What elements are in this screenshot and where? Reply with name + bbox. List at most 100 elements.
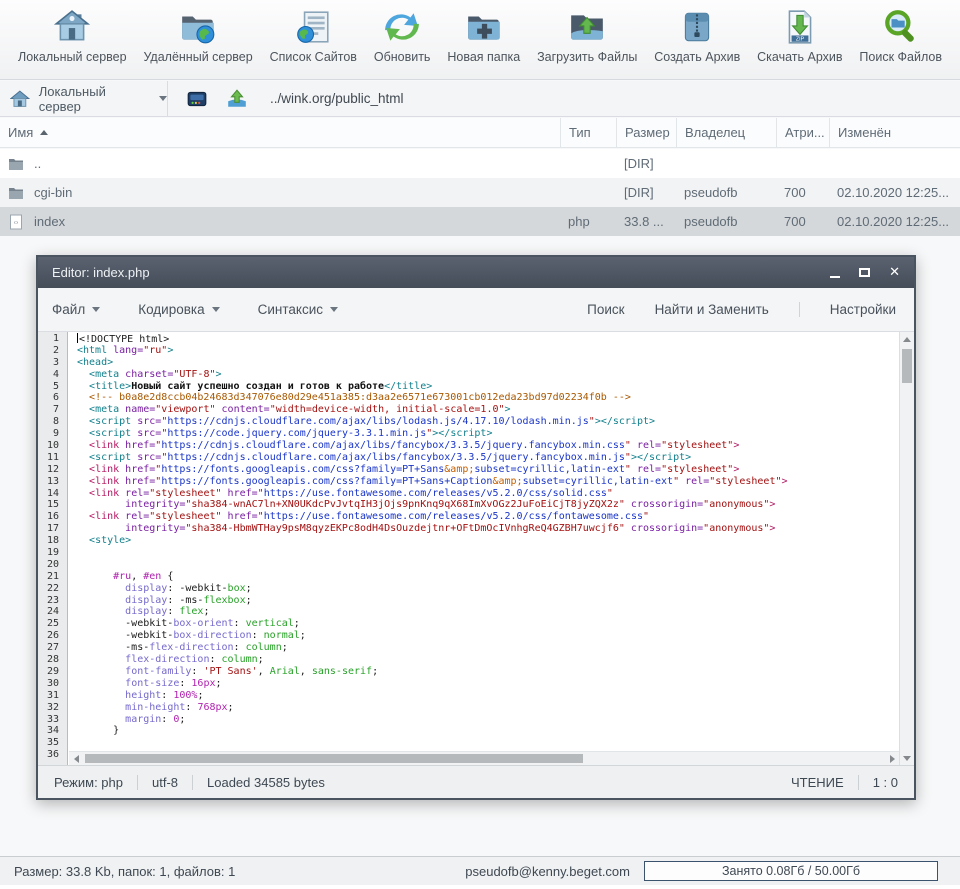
close-button[interactable]: ✕ bbox=[889, 266, 900, 279]
path-bar: Локальный сервер ../wink.org/public_html bbox=[0, 81, 960, 117]
scroll-right-arrow[interactable] bbox=[885, 752, 899, 765]
editor-menus: Файл Кодировка Синтаксис bbox=[52, 302, 338, 317]
column-header-owner[interactable]: Владелец bbox=[676, 118, 776, 147]
text-cursor bbox=[77, 333, 78, 343]
selection-summary: Размер: 33.8 Kb, папок: 1, файлов: 1 bbox=[14, 864, 235, 879]
toolbar-button-label: Локальный сервер bbox=[18, 50, 127, 64]
remote-server-icon bbox=[179, 8, 217, 46]
current-path[interactable]: ../wink.org/public_html bbox=[270, 91, 404, 106]
scroll-down-arrow[interactable] bbox=[900, 751, 914, 765]
toolbar-button-label: Удалённый сервер bbox=[143, 50, 252, 64]
action-Найти и Заменить[interactable]: Найти и Заменить bbox=[655, 302, 769, 317]
toolbar-button[interactable]: Локальный сервер bbox=[14, 7, 131, 65]
file-name: .. bbox=[34, 156, 41, 171]
editor-actions: Поиск Найти и Заменить Настройки bbox=[557, 302, 896, 317]
svg-text:‹›: ‹› bbox=[14, 219, 19, 226]
chevron-down-icon bbox=[212, 307, 220, 312]
scroll-left-arrow[interactable] bbox=[69, 752, 83, 765]
sort-asc-icon bbox=[40, 130, 48, 135]
column-header-size[interactable]: Размер bbox=[616, 118, 676, 147]
editor-status-left: Режим: phputf-8Loaded 34585 bytes bbox=[54, 775, 339, 790]
vertical-scrollbar[interactable] bbox=[899, 332, 914, 765]
server-select-dropdown[interactable]: Локальный сервер bbox=[0, 81, 168, 116]
toolbar-button[interactable]: ZIP Скачать Архив bbox=[753, 7, 846, 65]
window-buttons: ✕ bbox=[830, 266, 900, 279]
disk-quota-indicator: Занято 0.08Гб / 50.00Гб bbox=[644, 861, 938, 881]
file-list: .. [DIR] cgi-bin [DIR] pseudofb 700 02.1… bbox=[0, 149, 960, 236]
column-header-attrs[interactable]: Атри... bbox=[776, 118, 829, 147]
statusbar-right: pseudofb@kenny.beget.com Занято 0.08Гб /… bbox=[465, 861, 938, 881]
table-row[interactable]: .. [DIR] bbox=[0, 149, 960, 178]
upload-files-icon bbox=[568, 8, 606, 46]
column-header-modified[interactable]: Изменён bbox=[829, 118, 960, 147]
menu-Синтаксис[interactable]: Синтаксис bbox=[258, 302, 338, 317]
account-name: pseudofb@kenny.beget.com bbox=[465, 864, 630, 879]
file-name-cell: cgi-bin bbox=[0, 185, 560, 201]
scroll-up-arrow[interactable] bbox=[900, 332, 914, 346]
house-icon bbox=[10, 89, 30, 109]
folder-icon bbox=[8, 156, 24, 172]
search-files-icon bbox=[882, 8, 920, 46]
toolbar-button[interactable]: Новая папка bbox=[443, 7, 524, 65]
toolbar-button-label: Скачать Архив bbox=[757, 50, 842, 64]
disk-drive-button[interactable] bbox=[186, 88, 208, 110]
toolbar-button-label: Список Сайтов bbox=[270, 50, 357, 64]
file-modified: 02.10.2020 12:25... bbox=[829, 214, 960, 229]
app-statusbar: Размер: 33.8 Kb, папок: 1, файлов: 1 pse… bbox=[0, 856, 960, 885]
file-owner: pseudofb bbox=[676, 214, 776, 229]
chevron-down-icon bbox=[92, 307, 100, 312]
chevron-down-icon bbox=[330, 307, 338, 312]
folder-icon bbox=[8, 185, 24, 201]
menu-Файл[interactable]: Файл bbox=[52, 302, 100, 317]
action-Поиск[interactable]: Поиск bbox=[587, 302, 624, 317]
horizontal-scroll-thumb[interactable] bbox=[85, 754, 583, 763]
file-name-cell: .. bbox=[0, 156, 560, 172]
toolbar-button-label: Обновить bbox=[374, 50, 431, 64]
refresh-icon bbox=[383, 8, 421, 46]
editor-window: Editor: index.php ✕ Файл Кодировка Синта… bbox=[36, 255, 916, 800]
toolbar-button[interactable]: Поиск Файлов bbox=[855, 7, 946, 65]
column-header-name[interactable]: Имя bbox=[0, 118, 560, 147]
table-row[interactable]: cgi-bin [DIR] pseudofb 700 02.10.2020 12… bbox=[0, 178, 960, 207]
table-row[interactable]: ‹› index php 33.8 ... pseudofb 700 02.10… bbox=[0, 207, 960, 236]
code-lines[interactable]: <!DOCTYPE html><html lang="ru"><head> <m… bbox=[69, 332, 899, 765]
create-archive-icon bbox=[678, 8, 716, 46]
menu-Кодировка[interactable]: Кодировка bbox=[138, 302, 219, 317]
toolbar-button-label: Поиск Файлов bbox=[859, 50, 942, 64]
new-folder-icon bbox=[465, 8, 503, 46]
toolbar-button[interactable]: Удалённый сервер bbox=[139, 7, 256, 65]
toolbar-button-label: Загрузить Файлы bbox=[537, 50, 637, 64]
toolbar-button-label: Новая папка bbox=[447, 50, 520, 64]
main-toolbar: Локальный сервер Удалённый сервер Список… bbox=[0, 0, 960, 80]
toolbar-button-label: Создать Архив bbox=[654, 50, 740, 64]
file-attrs: 700 bbox=[776, 185, 829, 200]
toolbar-button[interactable]: Создать Архив bbox=[650, 7, 744, 65]
action-Настройки[interactable]: Настройки bbox=[799, 302, 896, 317]
file-owner: pseudofb bbox=[676, 185, 776, 200]
toolbar-button[interactable]: Загрузить Файлы bbox=[533, 7, 641, 65]
column-header-type[interactable]: Тип bbox=[560, 118, 616, 147]
toolbar-button[interactable]: Обновить bbox=[370, 7, 435, 65]
editor-statusbar: Режим: phputf-8Loaded 34585 bytes ЧТЕНИЕ… bbox=[38, 765, 914, 798]
file-type: php bbox=[560, 214, 616, 229]
code-area: 1234567891011121314151617181920212223242… bbox=[38, 332, 914, 765]
vertical-scroll-thumb[interactable] bbox=[902, 349, 912, 383]
file-attrs: 700 bbox=[776, 214, 829, 229]
horizontal-scrollbar[interactable] bbox=[69, 751, 899, 765]
file-name: cgi-bin bbox=[34, 185, 72, 200]
minimize-button[interactable] bbox=[830, 276, 840, 278]
site-list-icon bbox=[294, 8, 332, 46]
file-name-cell: ‹› index bbox=[0, 214, 560, 230]
file-code-icon: ‹› bbox=[8, 214, 24, 230]
editor-status-right: ЧТЕНИЕ1 : 0 bbox=[791, 775, 898, 790]
chevron-down-icon bbox=[159, 96, 167, 101]
maximize-button[interactable] bbox=[859, 268, 870, 277]
toolbar-button[interactable]: Список Сайтов bbox=[266, 7, 361, 65]
editor-title: Editor: index.php bbox=[52, 265, 150, 280]
file-modified: 02.10.2020 12:25... bbox=[829, 185, 960, 200]
svg-text:ZIP: ZIP bbox=[796, 37, 805, 43]
download-archive-icon: ZIP bbox=[781, 8, 819, 46]
go-up-button[interactable] bbox=[226, 88, 248, 110]
editor-titlebar[interactable]: Editor: index.php ✕ bbox=[38, 257, 914, 288]
server-select-label: Локальный сервер bbox=[39, 84, 150, 114]
